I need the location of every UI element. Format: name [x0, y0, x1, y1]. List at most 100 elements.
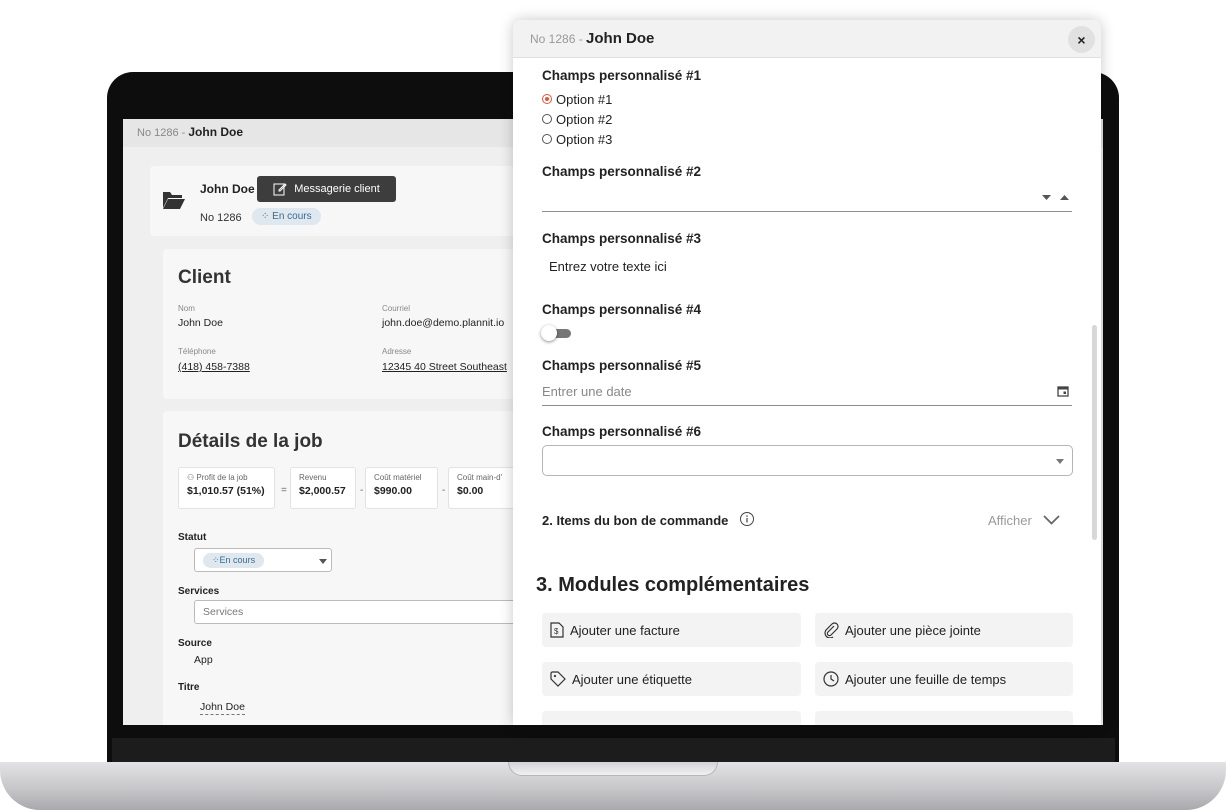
- status-select[interactable]: ⁘En cours: [194, 548, 332, 572]
- job-number: No 1286: [200, 212, 242, 224]
- add-label-button[interactable]: Ajouter une étiquette: [542, 662, 801, 696]
- add-attachment-label: Ajouter une pièce jointe: [845, 622, 981, 638]
- chevron-down-icon[interactable]: [1043, 514, 1060, 526]
- calendar-icon[interactable]: [1057, 385, 1069, 397]
- module-button-partial[interactable]: [815, 711, 1073, 725]
- source-value: App: [194, 654, 213, 666]
- status-badge-label: En cours: [272, 211, 312, 222]
- client-address-label: Adresse: [382, 347, 412, 356]
- folder-open-icon: [163, 192, 185, 209]
- job-details-title: Détails de la job: [178, 431, 323, 452]
- kpi-profit-value: $1,010.57 (51%): [187, 485, 265, 497]
- job-client-name: John Doe: [200, 182, 255, 196]
- radio-option-3-label: Option #3: [556, 131, 613, 147]
- add-invoice-label: Ajouter une facture: [570, 622, 680, 638]
- modules-title: 3. Modules complémentaires: [536, 574, 810, 596]
- add-invoice-button[interactable]: $ Ajouter une facture: [542, 613, 801, 647]
- job-summary-card: John Doe Messagerie client No 1286 ⁘ En …: [150, 166, 570, 236]
- status-select-value: En cours: [219, 555, 256, 565]
- close-icon: ×: [1077, 31, 1086, 48]
- order-items-title: 2. Items du bon de commande: [542, 513, 729, 528]
- tag-icon: [550, 671, 566, 687]
- radio-unchecked-icon: [542, 114, 552, 124]
- custom-field-1-label: Champs personnalisé #1: [542, 68, 702, 83]
- caret-down-icon: [1056, 459, 1064, 464]
- custom-field-3-label: Champs personnalisé #3: [542, 231, 702, 246]
- client-email: john.doe@demo.plannit.io: [382, 317, 505, 329]
- sort-arrows-icon: [1042, 195, 1069, 200]
- background-job-number: No 1286 -: [137, 127, 189, 139]
- toggle-knob[interactable]: [541, 325, 557, 341]
- kpi-operator-equals: =: [281, 485, 287, 496]
- client-messaging-label: Messagerie client: [294, 183, 380, 195]
- paperclip-icon: [824, 622, 839, 638]
- modal-client-name: John Doe: [586, 30, 655, 47]
- custom-field-5-date-input[interactable]: Entrer une date: [542, 382, 1072, 406]
- kpi-revenue: Revenu $2,000.57: [290, 467, 356, 509]
- caret-down-icon: [319, 559, 327, 564]
- client-address-link[interactable]: 12345 40 Street Southeast: [382, 361, 507, 373]
- kpi-profit-label: ⚇ Profit de la job: [187, 473, 248, 482]
- add-timesheet-button[interactable]: Ajouter une feuille de temps: [815, 662, 1073, 696]
- custom-field-4-label: Champs personnalisé #4: [542, 302, 702, 317]
- client-messaging-button[interactable]: Messagerie client: [257, 176, 396, 202]
- laptop-lid-bottom: [112, 738, 1115, 764]
- close-button[interactable]: ×: [1068, 26, 1095, 53]
- kpi-material-cost: Coût matériel $990.00: [365, 467, 438, 509]
- job-details-panel: Détails de la job ⚇ Profit de la job $1,…: [163, 411, 563, 725]
- kpi-labor-value: $0.00: [457, 485, 484, 497]
- kpi-revenue-label: Revenu: [299, 473, 327, 482]
- modal-scrollbar[interactable]: [1092, 325, 1097, 540]
- radio-unchecked-icon: [542, 134, 552, 144]
- custom-field-6-select[interactable]: [542, 445, 1073, 476]
- client-title: Client: [178, 267, 231, 288]
- services-input[interactable]: Services: [194, 600, 563, 624]
- modal-title: No 1286 - John Doe: [530, 30, 654, 47]
- kpi-operator-minus: -: [360, 485, 364, 496]
- client-panel: Client Nom John Doe Courriel john.doe@de…: [163, 249, 563, 399]
- svg-text:$: $: [554, 627, 559, 636]
- module-button-partial[interactable]: [542, 711, 801, 725]
- radio-option-1-label: Option #1: [556, 91, 613, 107]
- services-label: Services: [178, 586, 220, 597]
- title-value[interactable]: John Doe: [200, 701, 245, 715]
- add-attachment-button[interactable]: Ajouter une pièce jointe: [815, 613, 1073, 647]
- radio-checked-icon: [542, 94, 552, 104]
- kpi-material-label: Coût matériel: [374, 473, 422, 482]
- kpi-profit: ⚇ Profit de la job $1,010.57 (51%): [178, 467, 275, 509]
- invoice-icon: $: [550, 622, 564, 638]
- status-label: Statut: [178, 532, 207, 543]
- modal-header: No 1286 - John Doe ×: [513, 20, 1101, 58]
- kpi-revenue-value: $2,000.57: [299, 485, 346, 497]
- job-detail-modal: No 1286 - John Doe × Champs personnalisé…: [513, 20, 1101, 725]
- edit-icon: [273, 183, 287, 196]
- radio-option-2[interactable]: Option #2: [542, 111, 612, 127]
- client-name: John Doe: [178, 317, 223, 329]
- order-items-toggle[interactable]: Afficher: [988, 513, 1032, 528]
- radio-option-3[interactable]: Option #3: [542, 131, 612, 147]
- add-label-label: Ajouter une étiquette: [572, 671, 692, 687]
- custom-field-6-label: Champs personnalisé #6: [542, 424, 702, 439]
- modal-job-number: No 1286 -: [530, 32, 587, 46]
- date-placeholder: Entrer une date: [542, 384, 632, 399]
- client-name-label: Nom: [178, 304, 195, 313]
- title-label: Titre: [178, 682, 200, 693]
- radio-option-1[interactable]: Option #1: [542, 91, 612, 107]
- kpi-material-value: $990.00: [374, 485, 412, 497]
- kpi-labor-label: Coût main-d': [457, 473, 503, 482]
- status-select-chip: ⁘En cours: [203, 553, 265, 568]
- radio-option-2-label: Option #2: [556, 111, 613, 127]
- kpi-profit-label-text: Profit de la job: [196, 473, 248, 482]
- status-badge: ⁘ En cours: [252, 208, 321, 225]
- clock-icon: [823, 671, 839, 687]
- client-phone-link[interactable]: (418) 458-7388: [178, 361, 250, 373]
- background-job-name: John Doe: [188, 125, 244, 139]
- custom-field-2-select[interactable]: [542, 186, 1072, 212]
- kpi-operator-minus-2: -: [442, 485, 446, 496]
- custom-field-3-input[interactable]: Entrez votre texte ici: [549, 259, 667, 274]
- add-timesheet-label: Ajouter une feuille de temps: [845, 671, 1007, 687]
- source-label: Source: [178, 638, 212, 649]
- laptop-base-notch: [508, 762, 718, 776]
- client-phone-label: Téléphone: [178, 347, 216, 356]
- info-icon[interactable]: [739, 511, 755, 527]
